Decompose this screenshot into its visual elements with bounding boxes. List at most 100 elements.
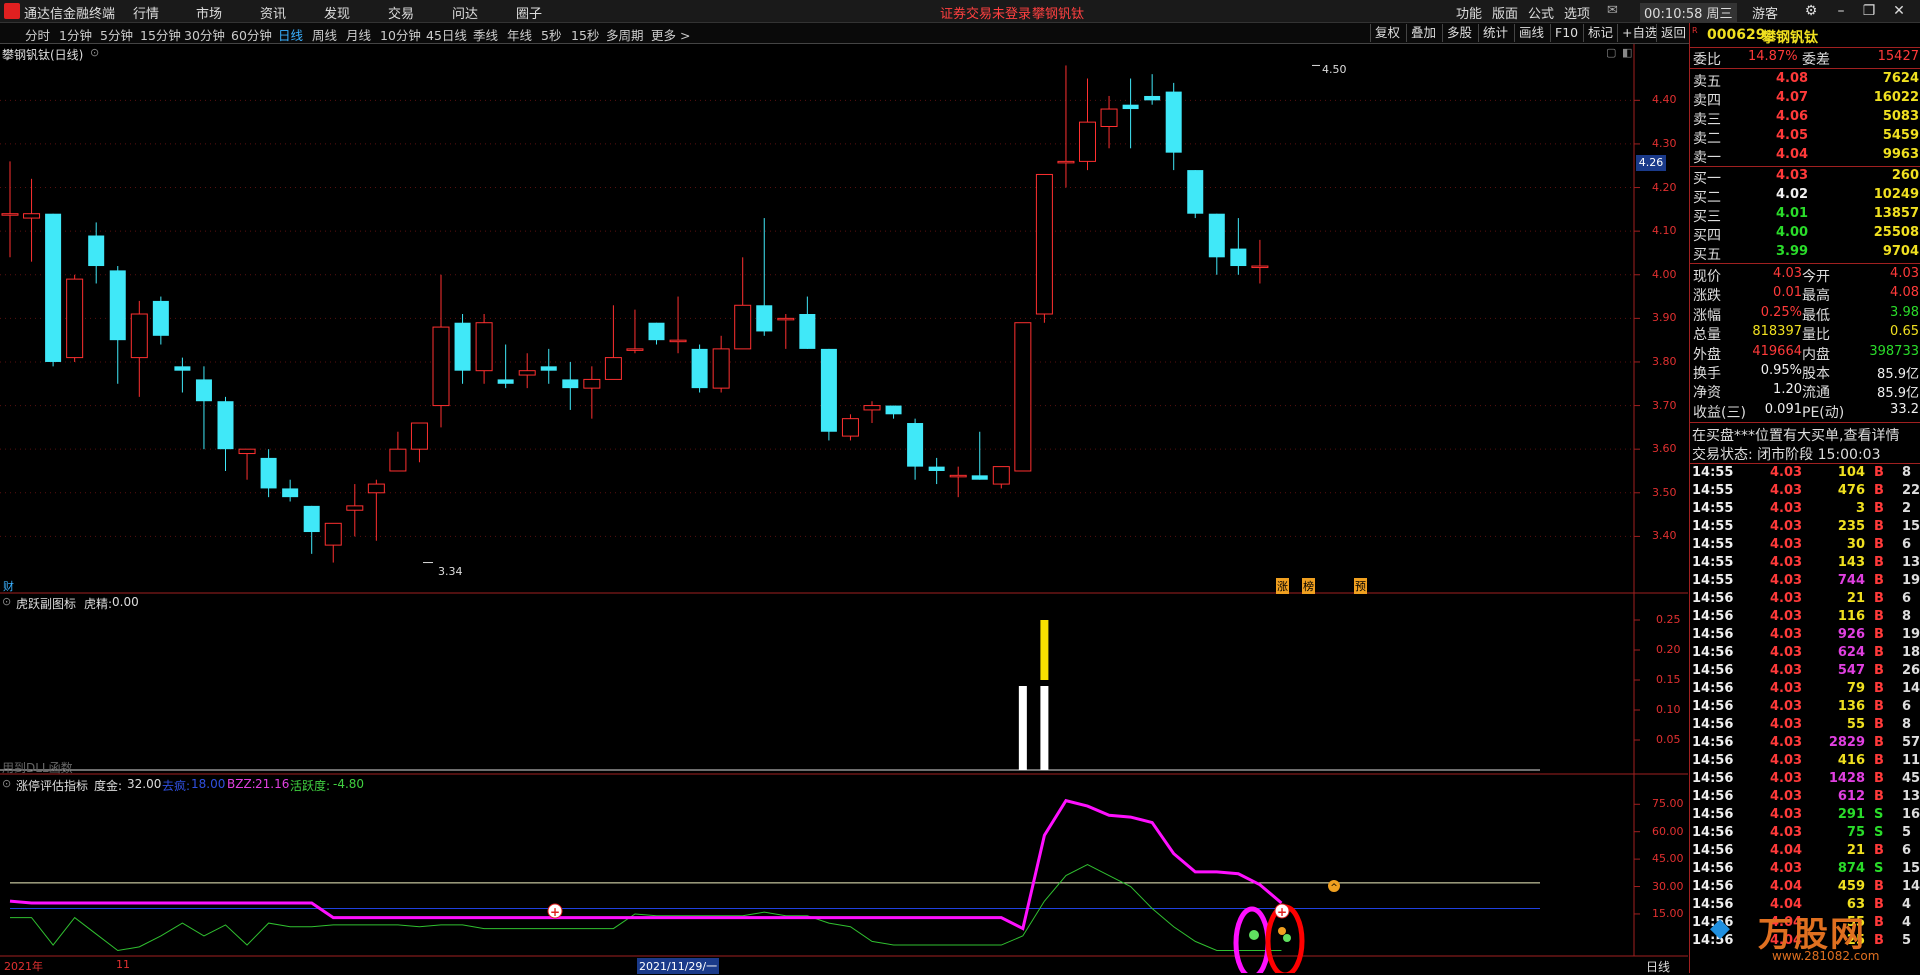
menu-zixun[interactable]: 资讯 — [260, 3, 286, 22]
period-5min[interactable]: 5分钟 — [100, 25, 133, 44]
ask-row[interactable]: 卖一 4.04 9963 — [1690, 147, 1920, 166]
event-marker-bang[interactable]: 榜 — [1302, 578, 1315, 594]
event-marker-zhang[interactable]: 涨 — [1276, 578, 1289, 594]
period-year[interactable]: 年线 — [507, 25, 532, 44]
tool-back[interactable]: 返回 — [1656, 24, 1690, 42]
tick-row: 14:55 4.03 476 B 22 — [1690, 483, 1920, 501]
ask-row[interactable]: 卖三 4.06 5083 — [1690, 109, 1920, 128]
candle-body — [1035, 173, 1053, 315]
candle-body — [410, 422, 428, 450]
guest-label[interactable]: 游客 — [1752, 3, 1778, 22]
bid-row[interactable]: 买三 4.01 13857 — [1690, 206, 1920, 225]
chevron-down-icon[interactable]: ⊙ — [90, 46, 99, 59]
tool-huaxian[interactable]: 画线 — [1514, 24, 1548, 42]
chevron-down-icon[interactable]: ⊙ — [2, 777, 11, 790]
menu-xuanxiang[interactable]: 选项 — [1564, 3, 1590, 22]
candle-body — [238, 448, 256, 455]
menu-banmian[interactable]: 版面 — [1492, 3, 1518, 22]
tick-count: 26 — [1902, 663, 1920, 678]
bid-volume: 25508 — [1873, 225, 1919, 240]
bid-row[interactable]: 买一 4.03 260 — [1690, 168, 1920, 187]
period-10min[interactable]: 10分钟 — [380, 25, 421, 44]
tool-f10[interactable]: F10 — [1550, 24, 1582, 42]
bid-price: 4.02 — [1776, 187, 1809, 202]
bid-row[interactable]: 买四 4.00 25508 — [1690, 225, 1920, 244]
period-30min[interactable]: 30分钟 — [184, 25, 225, 44]
tick-price: 4.03 — [1770, 609, 1803, 624]
tick-row: 14:56 4.03 624 B 18 — [1690, 645, 1920, 663]
period-daily[interactable]: 日线 — [278, 25, 303, 44]
menu-quanzi[interactable]: 圈子 — [516, 3, 542, 22]
candle-body — [992, 466, 1010, 485]
ind1-tick-label: 0.25 — [1656, 613, 1681, 626]
panel-expand-icon[interactable]: ▢ — [1606, 46, 1616, 59]
stat-value: 85.9亿 — [1877, 367, 1919, 382]
tick-price: 4.03 — [1770, 771, 1803, 786]
period-5sec[interactable]: 5秒 — [541, 25, 561, 44]
chart-area[interactable]: + + ^ — [0, 44, 1688, 973]
price-tick-label: 3.90 — [1652, 311, 1677, 325]
book-divider — [1690, 263, 1920, 264]
tick-direction: S — [1874, 807, 1884, 822]
price-tick-label: 4.00 — [1652, 267, 1677, 281]
ask-row[interactable]: 卖二 4.05 5459 — [1690, 128, 1920, 147]
menu-gongneng[interactable]: 功能 — [1456, 3, 1482, 22]
ask-row[interactable]: 卖四 4.07 16022 — [1690, 90, 1920, 109]
ask-row[interactable]: 卖五 4.08 7624 — [1690, 71, 1920, 90]
menu-gongshi[interactable]: 公式 — [1528, 3, 1554, 22]
tool-biaoji[interactable]: 标记 — [1583, 24, 1617, 42]
stat-value: 0.091 — [1764, 401, 1802, 417]
tick-volume: 21 — [1846, 843, 1865, 858]
period-15sec[interactable]: 15秒 — [571, 25, 599, 44]
menu-hangqing[interactable]: 行情 — [133, 3, 159, 22]
mail-icon[interactable]: ✉ — [1607, 3, 1618, 18]
bigorder-notice[interactable]: 在买盘***位置有大买单,查看详情 — [1692, 425, 1899, 445]
menu-shichang[interactable]: 市场 — [196, 3, 222, 22]
date-axis-period[interactable]: 日线 — [1646, 958, 1670, 975]
menu-wenda[interactable]: 问达 — [452, 3, 478, 22]
green-signal-icon — [1249, 930, 1259, 940]
period-more[interactable]: 更多 > — [651, 25, 690, 44]
chevron-down-icon[interactable]: ⊙ — [2, 595, 11, 608]
menu-jiaoyi[interactable]: 交易 — [388, 3, 414, 22]
main-chart-title: 攀钢钒钛(日线) — [2, 48, 84, 62]
period-1min[interactable]: 1分钟 — [59, 25, 92, 44]
panel-restore-icon[interactable]: ◧ — [1622, 46, 1632, 59]
tick-count: 14 — [1902, 681, 1920, 696]
skin-icon[interactable]: ⚙ — [1798, 1, 1824, 21]
period-60min[interactable]: 60分钟 — [231, 25, 272, 44]
menu-faxian[interactable]: 发现 — [324, 3, 350, 22]
candle-body — [152, 300, 169, 336]
tick-row: 14:56 4.03 79 B 14 — [1690, 681, 1920, 699]
ask-label: 卖二 — [1693, 131, 1721, 147]
minimize-icon[interactable]: – — [1828, 1, 1854, 21]
tick-time: 14:55 — [1692, 483, 1734, 498]
finance-marker[interactable]: 财 — [3, 578, 14, 594]
bid-row[interactable]: 买五 3.99 9704 — [1690, 244, 1920, 263]
event-marker-yu[interactable]: 预 — [1354, 578, 1367, 594]
tool-diejia[interactable]: 叠加 — [1406, 24, 1440, 42]
login-notice[interactable]: 证券交易未登录 — [940, 3, 1031, 22]
bid-row[interactable]: 买二 4.02 10249 — [1690, 187, 1920, 206]
tool-tongji[interactable]: 统计 — [1478, 24, 1512, 42]
period-multi[interactable]: 多周期 — [606, 25, 644, 44]
tool-add-watchlist[interactable]: +自选 — [1617, 24, 1661, 42]
period-monthly[interactable]: 月线 — [346, 25, 371, 44]
tool-fuquan[interactable]: 复权 — [1370, 24, 1404, 42]
date-axis-year: 2021年 — [4, 960, 43, 973]
period-45day[interactable]: 45日线 — [426, 25, 467, 44]
close-icon[interactable]: ✕ — [1886, 1, 1912, 21]
price-tick-label: 3.60 — [1652, 442, 1677, 456]
stats-divider — [1690, 422, 1920, 423]
tick-row: 14:56 4.03 416 B 11 — [1690, 753, 1920, 771]
period-15min[interactable]: 15分钟 — [140, 25, 181, 44]
tick-count: 57 — [1902, 735, 1920, 750]
candle-body — [777, 317, 795, 321]
maximize-icon[interactable]: ❐ — [1856, 1, 1882, 21]
ind1-tick-label: 0.15 — [1656, 673, 1681, 686]
tool-duogu[interactable]: 多股 — [1442, 24, 1476, 42]
tick-price: 4.04 — [1770, 843, 1803, 858]
period-weekly[interactable]: 周线 — [312, 25, 337, 44]
period-quarter[interactable]: 季线 — [473, 25, 498, 44]
period-fenshi[interactable]: 分时 — [25, 25, 50, 44]
